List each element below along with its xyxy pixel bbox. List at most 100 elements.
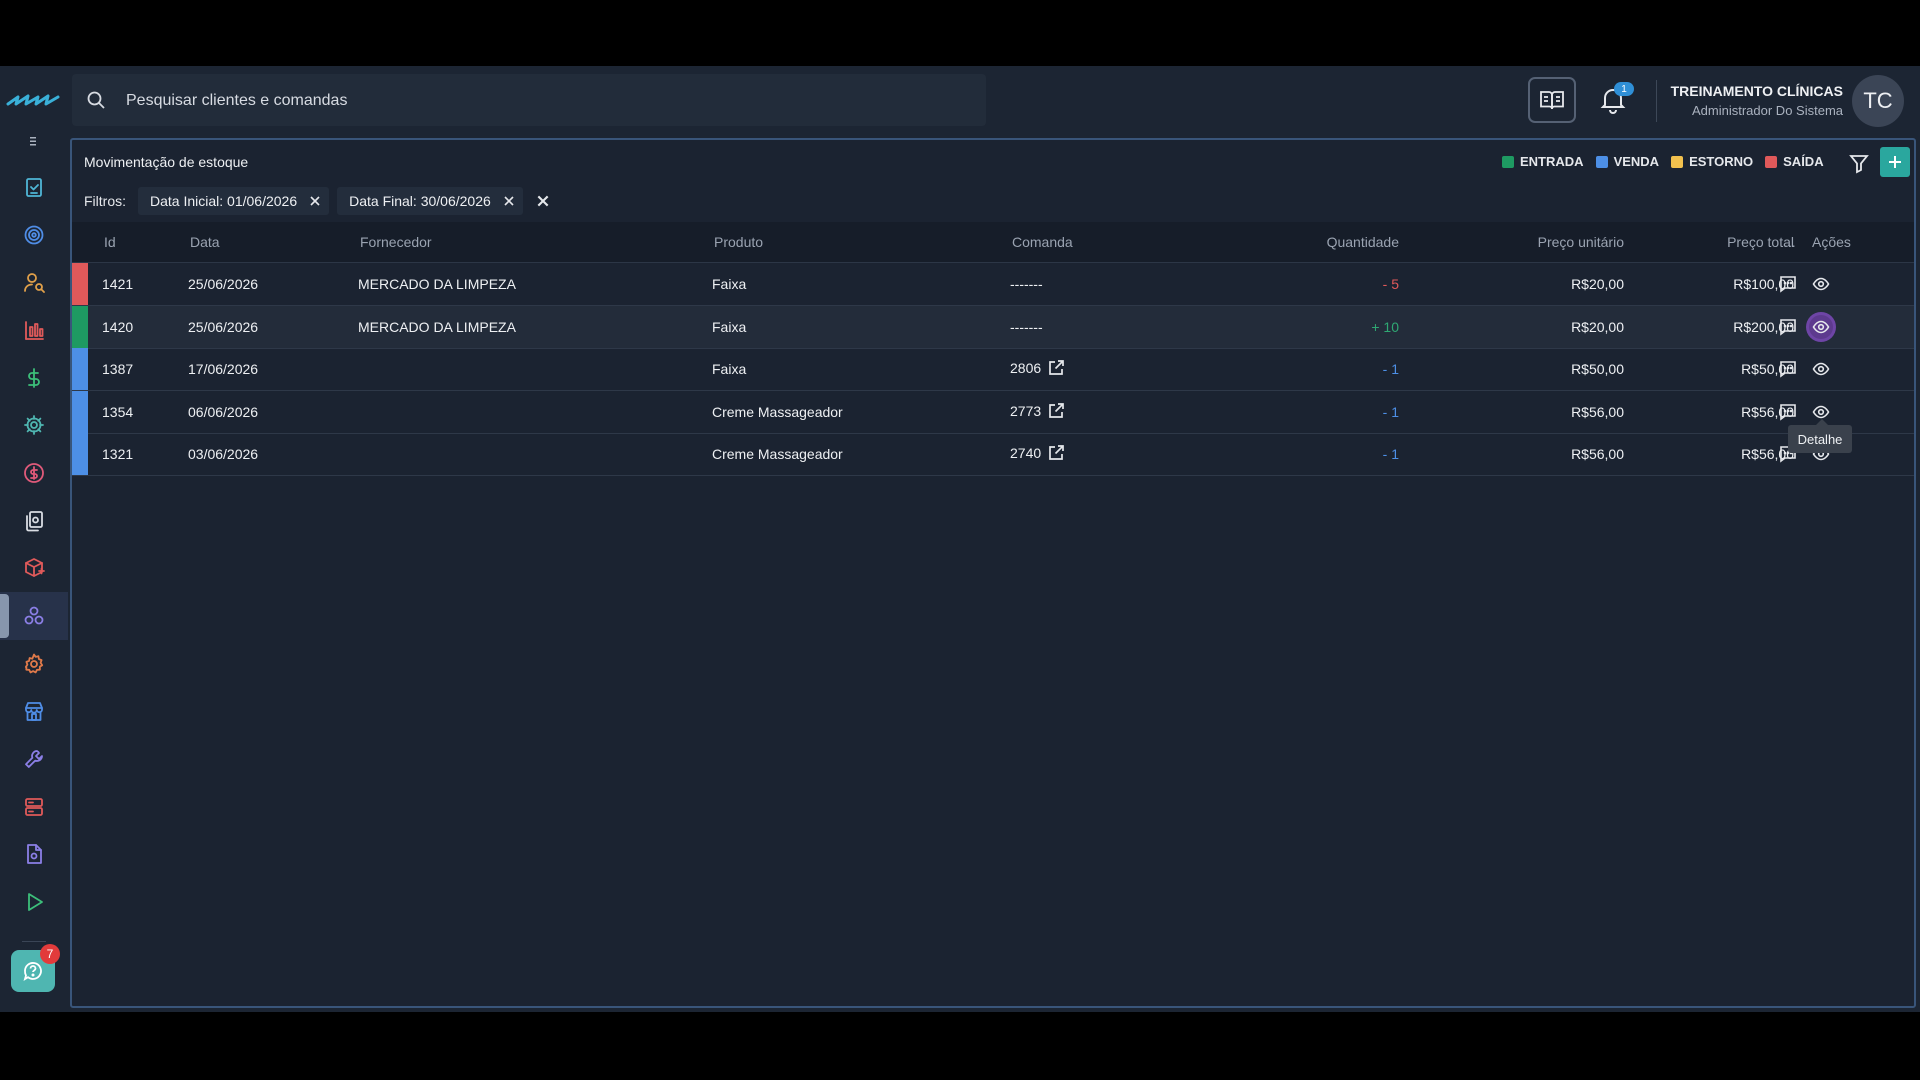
legend: ENTRADA VENDA ESTORNO SAÍDA — [1502, 154, 1824, 169]
sidebar-item-cog[interactable] — [0, 640, 68, 688]
book-icon — [1540, 91, 1564, 110]
table-row[interactable]: 1321 03/06/2026 Creme Massageador 2740 -… — [72, 433, 1914, 477]
close-icon — [537, 195, 549, 207]
cell-quantity: + 10 — [1371, 318, 1399, 335]
column-header[interactable]: Quantidade — [1267, 234, 1399, 250]
comment-icon — [1780, 276, 1796, 293]
column-header[interactable]: Fornecedor — [360, 234, 432, 250]
comment-button[interactable] — [1776, 400, 1800, 424]
remove-filter-icon[interactable] — [503, 195, 515, 207]
clear-filters-button[interactable] — [533, 191, 553, 211]
column-header[interactable]: ... — [1784, 234, 1796, 250]
column-header[interactable]: Comanda — [1012, 234, 1073, 250]
comment-icon — [1780, 318, 1796, 336]
cell-product: Faixa — [712, 361, 747, 378]
cell-total-price: R$50,00 — [1741, 361, 1794, 378]
cell-date: 25/06/2026 — [188, 318, 259, 335]
avatar[interactable]: TC — [1852, 75, 1904, 127]
sidebar-item-box-plus[interactable] — [0, 545, 68, 593]
comment-button[interactable] — [1776, 357, 1800, 381]
search-input[interactable] — [124, 88, 928, 114]
cell-supplier: MERCADO DA LIMPEZA — [358, 318, 516, 335]
detail-button[interactable] — [1809, 272, 1833, 296]
cell-unit-price: R$56,00 — [1571, 403, 1624, 420]
cell-order: 2806 — [1010, 359, 1065, 377]
order-number: ------- — [1010, 318, 1043, 335]
menu-toggle-icon[interactable] — [30, 136, 36, 146]
detail-button[interactable] — [1809, 357, 1833, 381]
user-name: TREINAMENTO CLÍNICAS — [1670, 83, 1843, 99]
cell-quantity: - 1 — [1382, 446, 1399, 463]
column-header[interactable]: Preço total — [1632, 234, 1794, 250]
cell-quantity: - 1 — [1382, 403, 1399, 420]
legend-label: ENTRADA — [1520, 154, 1584, 169]
cell-unit-price: R$56,00 — [1571, 446, 1624, 463]
comment-button[interactable] — [1776, 315, 1800, 339]
sidebar-item-play[interactable] — [0, 878, 68, 926]
detail-button[interactable] — [1809, 314, 1833, 339]
cell-id: 1387 — [102, 361, 134, 378]
documents-icon — [26, 510, 43, 532]
table-row[interactable]: 1420 25/06/2026 MERCADO DA LIMPEZA Faixa… — [72, 305, 1914, 349]
search-icon — [87, 91, 105, 109]
filter-icon[interactable] — [1848, 152, 1870, 174]
sidebar-item-server[interactable] — [0, 783, 68, 831]
sidebar-item-checklist[interactable] — [0, 163, 68, 211]
legend-label: SAÍDA — [1783, 154, 1824, 169]
eye-icon — [1812, 320, 1830, 333]
column-header[interactable]: Ações — [1812, 234, 1851, 250]
cell-order: 2773 — [1010, 402, 1065, 420]
table-header: Id Data Fornecedor Produto Comanda Quantidade… — [72, 222, 1914, 263]
logo-icon[interactable] — [6, 92, 62, 108]
table-row[interactable]: 1387 17/06/2026 Faixa 2806 - 1 R$50,00 R… — [72, 348, 1914, 392]
sidebar-item-coin[interactable] — [0, 449, 68, 497]
sidebar-item-documents[interactable] — [0, 497, 68, 545]
cell-supplier: MERCADO DA LIMPEZA — [358, 276, 516, 292]
sidebar-item-target[interactable] — [0, 211, 68, 259]
column-header[interactable]: Preço unitário — [1472, 234, 1624, 250]
order-number: 2740 — [1010, 445, 1042, 462]
cell-quantity: - 1 — [1382, 361, 1399, 378]
cell-total-price: R$56,00 — [1741, 403, 1794, 420]
legend-swatch — [1671, 155, 1684, 168]
coin-icon — [24, 463, 44, 483]
sidebar-item-bar-chart[interactable] — [0, 306, 68, 354]
movement-type-indicator — [72, 348, 88, 391]
remove-filter-icon[interactable] — [309, 195, 321, 207]
external-link-icon[interactable] — [1047, 444, 1065, 462]
sidebar-item-gear[interactable] — [0, 401, 68, 449]
external-link-icon[interactable] — [1047, 359, 1065, 377]
legend-item-2: ESTORNO — [1671, 154, 1753, 169]
legend-swatch — [1502, 155, 1514, 168]
filter-chip: Data Final: 30/06/2026 — [337, 187, 523, 215]
legend-item-1: VENDA — [1595, 154, 1660, 169]
sidebar-item-file[interactable] — [0, 831, 68, 879]
sidebar-item-dollar[interactable] — [0, 354, 68, 402]
server-icon — [25, 797, 43, 816]
page-title: Movimentação de estoque — [84, 154, 249, 170]
manual-button[interactable] — [1528, 77, 1576, 123]
legend-label: VENDA — [1613, 154, 1660, 169]
table-row[interactable]: 1354 06/06/2026 Creme Massageador 2773 -… — [72, 390, 1914, 434]
column-header[interactable]: Produto — [714, 234, 763, 250]
filter-chip: Data Inicial: 01/06/2026 — [138, 187, 330, 215]
external-link-icon[interactable] — [1047, 402, 1065, 420]
eye-icon — [1812, 277, 1830, 291]
table-row[interactable]: 1421 25/06/2026 MERCADO DA LIMPEZA Faixa… — [72, 263, 1914, 306]
column-header[interactable]: Id — [104, 234, 116, 250]
sidebar-item-store[interactable] — [0, 688, 68, 736]
sidebar-item-wrench[interactable] — [0, 735, 68, 783]
comment-button[interactable] — [1776, 272, 1800, 296]
sidebar-item-user-search[interactable] — [0, 258, 68, 306]
plus-icon — [1889, 156, 1901, 168]
cell-total-price: R$56,00 — [1741, 446, 1794, 463]
add-movement-button[interactable] — [1880, 147, 1910, 177]
cell-id: 1321 — [102, 446, 134, 463]
cell-total-price: R$200,00 — [1733, 318, 1794, 335]
bar-chart-icon — [25, 321, 44, 340]
sidebar-item-molecule[interactable] — [0, 592, 68, 640]
column-header[interactable]: Data — [190, 234, 220, 250]
filters-label: Filtros: — [84, 193, 126, 209]
movement-type-indicator — [72, 305, 88, 348]
order-number: ------- — [1010, 276, 1043, 292]
